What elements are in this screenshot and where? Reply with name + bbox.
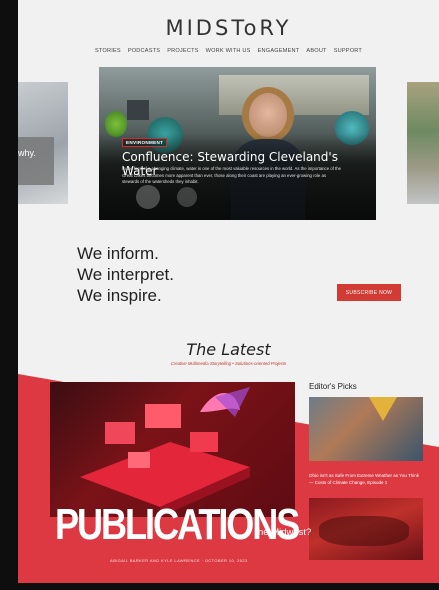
editors-picks-heading: Editor's Picks [309,382,357,391]
tagline-line-2: We interpret. [77,265,175,284]
hero-bubble-decoration [177,187,197,207]
nav-item-podcasts[interactable]: PODCASTS [128,48,160,54]
editors-pick-1-title[interactable]: Ohio isn't as Safe From Extreme Weather … [309,473,423,486]
tagline-line-1: We inform. [77,244,159,263]
tagline: We inform. We interpret. We inspire. [77,243,174,306]
carousel-hero-slide[interactable]: ENVIRONMENT Confluence: Stewarding Cleve… [99,67,376,220]
latest-heading: The Latest [186,340,271,359]
hero-category-tag[interactable]: ENVIRONMENT [122,138,168,147]
feature-article-image[interactable] [50,382,295,517]
editors-pick-1-image[interactable] [309,397,423,461]
hero-monitor-shape [127,100,149,120]
prev-card-text: why. [18,148,36,158]
hero-person-face [249,93,287,137]
main-nav: STORIES PODCASTS PROJECTS WORK WITH US E… [18,48,439,54]
prev-card-panel [18,137,54,185]
publications-overlay-title: PUBLICATIONS [55,500,300,549]
nav-item-projects[interactable]: PROJECTS [167,48,198,54]
nav-item-stories[interactable]: STORIES [95,48,121,54]
nav-item-work-with-us[interactable]: WORK WITH US [206,48,251,54]
carousel-next-card[interactable] [407,82,439,204]
nav-item-support[interactable]: SUPPORT [334,48,362,54]
left-frame [0,0,18,590]
pick2-shape [319,516,409,546]
feature-illustration [80,387,250,517]
pick1-shape [369,397,397,421]
latest-subheading: Creative Multimedia Storytelling • Solut… [170,361,287,366]
nav-item-about[interactable]: ABOUT [306,48,326,54]
feature-byline: ABIGAIL BARKER AND KYLE LAWRENCE · OCTOB… [110,558,248,563]
bottom-frame [0,583,439,590]
site-logo[interactable]: MIDSToRY [18,16,439,40]
carousel-prev-card[interactable]: why. [18,82,68,204]
hero-bubble-decoration [136,185,160,209]
editors-pick-2-image[interactable] [309,498,423,560]
tagline-line-3: We inspire. [77,286,162,305]
nav-item-engagement[interactable]: ENGAGEMENT [258,48,300,54]
website-page: MIDSToRY STORIES PODCASTS PROJECTS WORK … [18,0,439,583]
hero-excerpt: In the face of a changing climate, water… [122,166,342,184]
subscribe-button[interactable]: SUBSCRIBE NOW [337,284,401,301]
